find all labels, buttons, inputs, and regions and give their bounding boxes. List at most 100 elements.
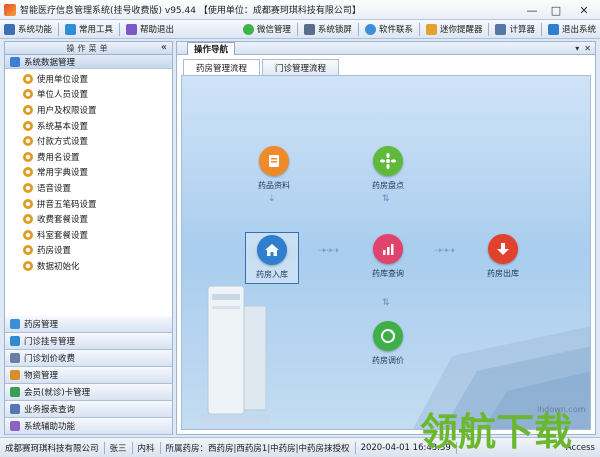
sidebar-item-label: 数据初始化 <box>37 261 80 272</box>
help-exit-button[interactable]: 帮助退出 <box>122 20 178 39</box>
main-panel: 操作导航 ▾ ✕ 药房管理流程 门诊管理流程 ⇣ ⇅ ⇢⇢⇢ ⇢⇢⇢ ⇅ 药品资… <box>176 41 596 435</box>
sidebar-group-supplies[interactable]: 物资管理 <box>5 367 172 384</box>
gear-icon <box>23 198 33 209</box>
panel-controls: ▾ ✕ <box>570 42 591 54</box>
flow-canvas: ⇣ ⇅ ⇢⇢⇢ ⇢⇢⇢ ⇅ 药品资料 药房盘点 药房入库 药库查询 药房出库 药… <box>181 75 591 430</box>
system-icon <box>4 23 15 35</box>
software-contact-button[interactable]: 软件联系 <box>361 20 417 39</box>
mini-reminder-button[interactable]: 迷你提醒器 <box>422 20 487 39</box>
sidebar-item-label: 拼音五笔码设置 <box>37 199 97 210</box>
calculator-icon <box>495 23 507 35</box>
title-bar: 智能医疗信息管理系统(挂号收费版) v95.44 【使用单位：成都赛珂琪科技有限… <box>0 0 600 20</box>
sidebar-item-payment-methods[interactable]: 付款方式设置 <box>5 133 172 149</box>
gear-icon <box>23 151 33 162</box>
sidebar-group-label: 物资管理 <box>24 371 59 381</box>
flow-tabs: 药房管理流程 门诊管理流程 <box>183 59 341 76</box>
sidebar-item-pinyin-wubi[interactable]: 拼音五笔码设置 <box>5 196 172 212</box>
sidebar-item-label: 用户及权限设置 <box>37 105 97 116</box>
flow-node-label: 药房出库 <box>487 269 519 278</box>
lock-icon <box>303 23 315 35</box>
toolbar-separator <box>58 22 60 36</box>
sidebar-item-label: 系统基本设置 <box>37 121 89 132</box>
sidebar-group-label: 门诊挂号管理 <box>24 337 76 347</box>
close-tab-icon[interactable]: ✕ <box>584 44 591 53</box>
tab-outpatient-flow[interactable]: 门诊管理流程 <box>262 59 340 75</box>
flow-node-price-adjust[interactable]: 药房调价 <box>361 321 415 373</box>
toolbar-separator <box>357 22 359 36</box>
flow-node-drug-info[interactable]: 药品资料 <box>247 146 301 198</box>
sidebar-item-dictionary[interactable]: 常用字典设置 <box>5 165 172 181</box>
sidebar-title: 操作菜单 <box>66 43 111 53</box>
main-toolbar: 系统功能 常用工具 帮助退出 微信管理 系统锁屏 软件联系 迷你提醒器 计算器 … <box>0 20 600 39</box>
dropdown-icon[interactable]: ▾ <box>575 44 579 53</box>
sidebar-group-label: 系统数据管理 <box>24 57 76 68</box>
common-tools-button[interactable]: 常用工具 <box>61 20 117 39</box>
sidebar-item-charge-package[interactable]: 收费套餐设置 <box>5 211 172 227</box>
exit-system-button[interactable]: 退出系统 <box>544 20 600 39</box>
sidebar-group-registration[interactable]: 门诊挂号管理 <box>5 333 172 350</box>
sidebar-item-data-init[interactable]: 数据初始化 <box>5 258 172 274</box>
exit-icon <box>547 23 559 35</box>
toolbar-separator <box>488 22 490 36</box>
help-exit-label: 帮助退出 <box>140 25 175 35</box>
close-button[interactable]: ✕ <box>568 0 600 20</box>
collapse-sidebar-icon[interactable]: « <box>161 42 167 53</box>
tab-pharmacy-flow[interactable]: 药房管理流程 <box>183 59 261 76</box>
common-tools-label: 常用工具 <box>79 25 114 35</box>
drug-info-icon <box>259 146 289 176</box>
lock-screen-label: 系统锁屏 <box>317 25 352 35</box>
sidebar-item-voice[interactable]: 语音设置 <box>5 180 172 196</box>
minimize-button[interactable]: — <box>520 0 544 20</box>
sidebar-item-user-permissions[interactable]: 用户及权限设置 <box>5 102 172 118</box>
sidebar-item-label: 收费套餐设置 <box>37 215 89 226</box>
sidebar-header: 操作菜单 « <box>5 42 172 55</box>
toolbar-separator <box>418 22 420 36</box>
flow-node-label: 药房入库 <box>256 270 288 279</box>
flow-node-inbound[interactable]: 药房入库 <box>245 232 299 284</box>
gear-icon <box>23 89 33 100</box>
flow-node-label: 药品资料 <box>258 181 290 190</box>
wechat-icon <box>242 23 254 35</box>
billing-icon <box>10 353 20 363</box>
wechat-manage-button[interactable]: 微信管理 <box>239 20 295 39</box>
calculator-button[interactable]: 计算器 <box>491 20 539 39</box>
sidebar-group-billing[interactable]: 门诊划价收费 <box>5 350 172 367</box>
toolbar-separator <box>296 22 298 36</box>
sidebar-item-unit-setup[interactable]: 使用单位设置 <box>5 71 172 87</box>
flow-node-label: 药库查询 <box>372 269 404 278</box>
sidebar-item-pharmacy-setup[interactable]: 药房设置 <box>5 243 172 259</box>
flow-node-label: 药房调价 <box>372 356 404 365</box>
sidebar-item-basic-settings[interactable]: 系统基本设置 <box>5 118 172 134</box>
flow-node-label: 药房盘点 <box>372 181 404 190</box>
help-exit-icon <box>126 23 138 35</box>
lock-screen-button[interactable]: 系统锁屏 <box>300 20 356 39</box>
sidebar-group-pharmacy[interactable]: 药房管理 <box>5 316 172 333</box>
sidebar-item-label: 常用字典设置 <box>37 168 89 179</box>
sidebar-group-system-data[interactable]: 系统数据管理 <box>5 55 172 69</box>
flow-node-stock-query[interactable]: 药库查询 <box>361 234 415 286</box>
sidebar-item-dept-package[interactable]: 科室套餐设置 <box>5 227 172 243</box>
sidebar-group-reports[interactable]: 业务报表查询 <box>5 401 172 418</box>
sidebar-group-member-card[interactable]: 会员(就诊)卡管理 <box>5 384 172 401</box>
maximize-button[interactable]: □ <box>544 0 568 20</box>
system-functions-button[interactable]: 系统功能 <box>0 20 56 39</box>
reminder-icon <box>425 23 437 35</box>
gear-icon <box>23 73 33 84</box>
sidebar-item-label: 语音设置 <box>37 183 72 194</box>
sidebar-item-label: 付款方式设置 <box>37 137 89 148</box>
watermark-text: 领航下载 <box>420 410 572 454</box>
status-company: 成都赛珂琪科技有限公司 <box>5 443 99 454</box>
app-logo-icon <box>4 3 16 16</box>
calculator-label: 计算器 <box>509 25 535 35</box>
software-contact-label: 软件联系 <box>378 25 413 35</box>
inventory-icon <box>373 146 403 176</box>
flow-node-outbound[interactable]: 药房出库 <box>476 234 530 286</box>
sidebar-item-staff-setup[interactable]: 单位人员设置 <box>5 87 172 103</box>
flow-node-inventory[interactable]: 药房盘点 <box>361 146 415 198</box>
sidebar-group-assist[interactable]: 系统辅助功能 <box>5 418 172 435</box>
tab-operation-nav[interactable]: 操作导航 <box>187 42 236 55</box>
status-user: 张三 <box>109 443 127 454</box>
sidebar-item-fee-names[interactable]: 费用名设置 <box>5 149 172 165</box>
arrow-right-2: ⇢⇢⇢ <box>434 246 455 256</box>
nav-tab-bar: 操作导航 ▾ ✕ <box>177 42 595 55</box>
